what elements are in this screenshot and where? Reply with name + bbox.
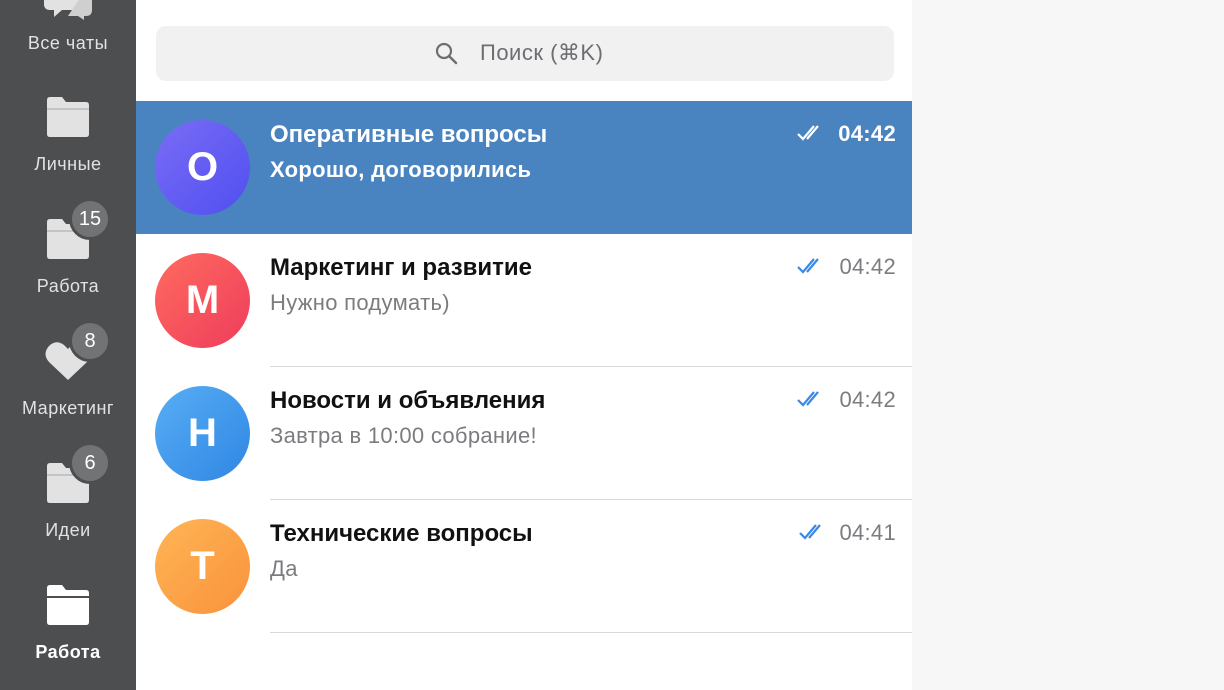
chat-preview: Нужно подумать) xyxy=(270,290,450,315)
chat-time: 04:42 xyxy=(838,121,896,146)
chat-time: 04:42 xyxy=(839,254,896,279)
chat-preview: Да xyxy=(270,556,298,581)
chat-row[interactable]: Н Новости и объявления Завтра в 10:00 со… xyxy=(136,367,912,500)
double-check-icon xyxy=(797,258,819,274)
chat-title: Новости и объявления xyxy=(270,387,546,414)
folder-ideas[interactable]: 6 Идеи xyxy=(0,442,136,546)
chat-title: Маркетинг и развитие xyxy=(270,254,533,281)
double-check-icon xyxy=(797,125,819,141)
chat-preview: Завтра в 10:00 собрание! xyxy=(270,423,537,448)
chat-time: 04:42 xyxy=(839,387,896,412)
folder-icon xyxy=(47,585,89,625)
unread-badge: 15 xyxy=(69,198,111,240)
folder-sidebar: Все чаты Личные 15 Работа 8 Маркетинг 6 … xyxy=(0,0,136,690)
folder-label: Маркетинг xyxy=(21,398,114,418)
chat-title: Технические вопросы xyxy=(270,520,533,547)
chat-row[interactable]: О Оперативные вопросы Хорошо, договорили… xyxy=(136,101,912,234)
folder-work-active[interactable]: Работа xyxy=(0,584,136,668)
double-check-icon xyxy=(797,391,819,407)
folder-label: Все чаты xyxy=(27,33,109,53)
folder-label: Идеи xyxy=(45,520,91,540)
folder-marketing[interactable]: 8 Маркетинг xyxy=(0,320,136,424)
folder-work[interactable]: 15 Работа xyxy=(0,198,136,302)
chat-title: Оперативные вопросы xyxy=(270,121,548,148)
avatar: М xyxy=(155,253,250,348)
row-divider xyxy=(270,632,912,633)
folder-icon xyxy=(47,97,89,137)
chat-row[interactable]: Т Технические вопросы Да 04:41 xyxy=(136,500,912,633)
folder-personal[interactable]: Личные xyxy=(0,96,136,180)
folder-label: Работа xyxy=(36,276,100,296)
avatar: Н xyxy=(155,386,250,481)
chat-time: 04:41 xyxy=(839,520,896,545)
search-icon xyxy=(435,42,458,65)
folder-label: Личные xyxy=(34,154,102,174)
avatar: Т xyxy=(155,519,250,614)
search-placeholder: Поиск (⌘K) xyxy=(480,40,604,65)
double-check-icon xyxy=(799,524,821,540)
folder-all-chats[interactable]: Все чаты xyxy=(0,0,136,60)
chat-row[interactable]: М Маркетинг и развитие Нужно подумать) 0… xyxy=(136,234,912,367)
unread-badge: 8 xyxy=(69,320,111,362)
avatar: О xyxy=(155,120,250,215)
chat-bubbles-icon xyxy=(44,0,92,20)
search-input[interactable]: Поиск (⌘K) xyxy=(156,26,894,81)
folder-label: Работа xyxy=(35,642,101,662)
chat-list: Поиск (⌘K) О Оперативные вопросы Хорошо,… xyxy=(136,0,912,690)
chat-preview: Хорошо, договорились xyxy=(270,157,532,182)
unread-badge: 6 xyxy=(69,442,111,484)
